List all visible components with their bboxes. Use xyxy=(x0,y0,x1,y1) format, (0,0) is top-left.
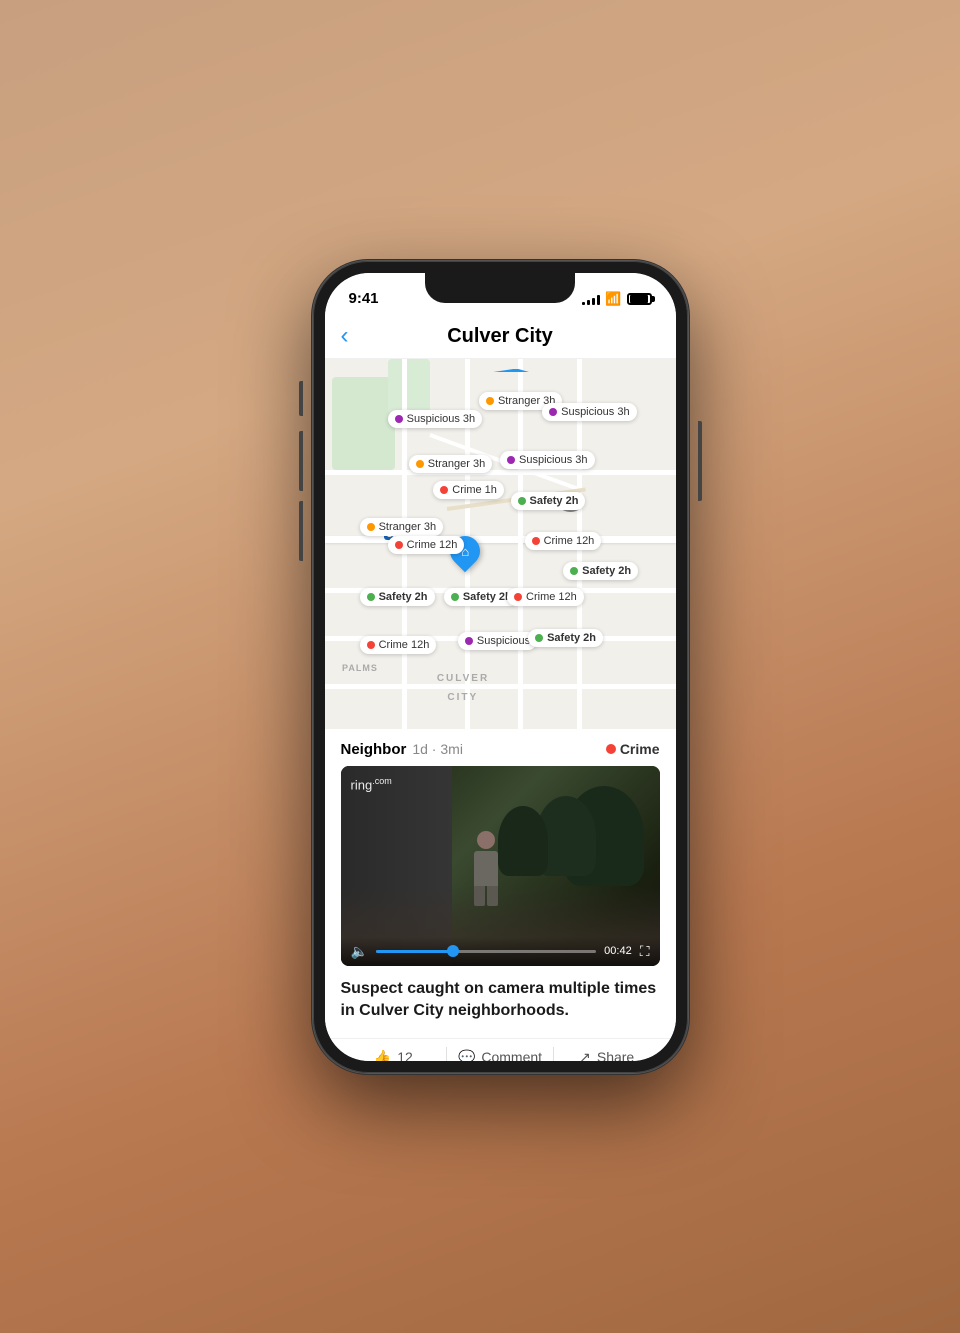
page-title: Culver City xyxy=(447,325,553,348)
like-button[interactable]: 👍 12 xyxy=(341,1049,447,1061)
comment-label: Comment xyxy=(481,1049,542,1060)
map-marker-suspicious-4[interactable]: Suspicious xyxy=(458,632,537,650)
person-figure xyxy=(474,831,498,906)
map-marker-safety-1[interactable]: Safety 2h xyxy=(511,492,586,510)
signal-icon xyxy=(582,293,600,305)
category-dot xyxy=(606,744,616,754)
map-marker-safety-3[interactable]: Safety 2h xyxy=(360,588,435,606)
map-marker-suspicious-1[interactable]: Suspicious 3h xyxy=(388,410,483,428)
nav-header: ‹ Culver City xyxy=(325,317,676,359)
status-time: 9:41 xyxy=(349,290,379,307)
map-city-label: CULVER xyxy=(437,673,489,684)
progress-thumb xyxy=(447,945,459,957)
ring-watermark: ring.com xyxy=(351,776,392,792)
map-marker-crime-4[interactable]: Crime 12h xyxy=(507,588,584,606)
map-marker-crime-5[interactable]: Crime 12h xyxy=(360,636,437,654)
post-author: Neighbor xyxy=(341,741,407,758)
feed-post: Neighbor 1d · 3mi Crime xyxy=(325,729,676,1061)
comment-button[interactable]: 💬 Comment xyxy=(447,1049,553,1061)
post-meta: Neighbor 1d · 3mi xyxy=(341,741,463,758)
post-description: Suspect caught on camera multiple times … xyxy=(325,966,676,1035)
phone-device: 9:41 📶 xyxy=(313,261,688,1073)
post-category: Crime xyxy=(606,741,660,757)
map-marker-suspicious-3[interactable]: Suspicious 3h xyxy=(500,451,595,469)
category-label: Crime xyxy=(620,741,660,757)
map-container[interactable]: CULVER CITY PALMS ⌂ 10 405 xyxy=(325,359,676,729)
share-label: Share xyxy=(597,1049,634,1060)
map-marker-crime-2[interactable]: Crime 12h xyxy=(388,536,465,554)
map-marker-crime-3[interactable]: Crime 12h xyxy=(525,532,602,550)
map-marker-suspicious-2[interactable]: Suspicious 3h xyxy=(542,403,637,421)
like-count: 12 xyxy=(397,1049,413,1060)
map-marker-safety-5[interactable]: Safety 2h xyxy=(528,629,603,647)
battery-icon xyxy=(627,293,652,305)
app-content: ‹ Culver City xyxy=(325,317,676,1061)
video-controls: 🔈 00:42 ⛶ xyxy=(341,937,660,966)
map-marker-stranger-2[interactable]: Stranger 3h xyxy=(409,455,492,473)
share-button[interactable]: ↗ Share xyxy=(554,1049,660,1061)
map-marker-stranger-3[interactable]: Stranger 3h xyxy=(360,518,443,536)
post-header: Neighbor 1d · 3mi Crime xyxy=(325,729,676,766)
share-icon: ↗ xyxy=(579,1049,591,1061)
post-time: 1d · 3mi xyxy=(412,741,463,757)
phone-frame: 9:41 📶 xyxy=(313,261,688,1073)
comment-icon: 💬 xyxy=(458,1049,475,1061)
phone-notch xyxy=(425,273,575,303)
back-button[interactable]: ‹ xyxy=(341,322,349,350)
volume-icon[interactable]: 🔈 xyxy=(351,943,368,960)
phone-screen: 9:41 📶 xyxy=(325,273,676,1061)
video-scene: ring.com xyxy=(341,766,660,966)
video-player[interactable]: ring.com 🔈 0 xyxy=(341,766,660,966)
progress-bar[interactable] xyxy=(376,950,596,953)
feed-section: Neighbor 1d · 3mi Crime xyxy=(325,729,676,1061)
progress-fill xyxy=(376,950,453,953)
map-marker-crime-1[interactable]: Crime 1h xyxy=(433,481,504,499)
post-actions: 👍 12 💬 Comment ↗ xyxy=(325,1038,676,1060)
thumbs-up-icon: 👍 xyxy=(374,1049,391,1061)
map-city-label-2: CITY xyxy=(447,692,478,703)
fullscreen-icon[interactable]: ⛶ xyxy=(640,943,650,960)
video-timestamp: 00:42 xyxy=(604,945,632,957)
map-marker-safety-2[interactable]: Safety 2h xyxy=(563,562,638,580)
wifi-icon: 📶 xyxy=(605,291,621,307)
map-palms-label: PALMS xyxy=(342,663,378,673)
status-icons: 📶 xyxy=(582,291,651,307)
